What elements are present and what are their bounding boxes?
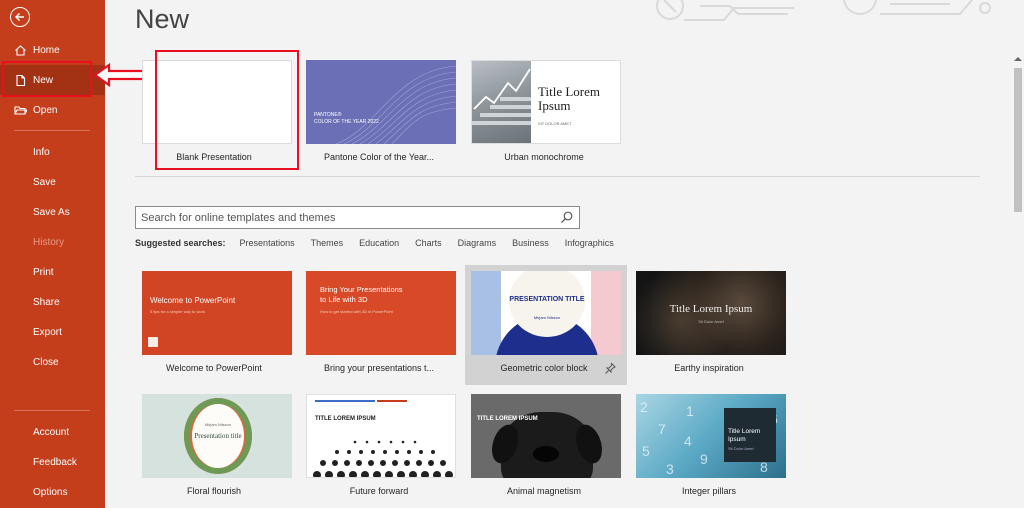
folder-open-icon <box>14 106 27 115</box>
template-caption: Animal magnetism <box>506 486 582 496</box>
thumb-text: COLOR OF THE YEAR 2022 <box>314 119 379 125</box>
svg-text:2: 2 <box>640 399 648 415</box>
sidebar-item-export[interactable]: Export <box>0 317 105 347</box>
suggested-themes[interactable]: Themes <box>311 238 344 248</box>
thumb-title: Welcome to PowerPoint <box>150 296 236 305</box>
template-thumbnail: 275319486 Title Lorem Ipsum Sit Dolor Am… <box>636 394 786 478</box>
sidebar-item-label: Options <box>33 486 68 498</box>
svg-text:3: 3 <box>666 461 674 477</box>
thumb-title: TITLE LOREM IPSUM <box>315 416 376 422</box>
suggested-infographics[interactable]: Infographics <box>565 238 614 248</box>
template-caption: Pantone Color of the Year... <box>323 152 435 162</box>
thumb-title: PRESENTATION TITLE <box>509 296 585 303</box>
suggested-searches: Suggested searches: Presentations Themes… <box>135 238 630 248</box>
suggested-diagrams[interactable]: Diagrams <box>458 238 497 248</box>
annotation-highlight-new <box>2 61 92 97</box>
template-search-input[interactable]: Search for online templates and themes <box>135 206 580 229</box>
template-caption: Floral flourish <box>186 486 242 496</box>
sidebar-item-print[interactable]: Print <box>0 257 105 287</box>
section-divider <box>135 176 980 177</box>
template-caption: Welcome to PowerPoint <box>166 363 262 373</box>
template-caption: Urban monochrome <box>504 152 584 162</box>
sidebar-item-account[interactable]: Account <box>0 417 105 447</box>
suggested-education[interactable]: Education <box>359 238 399 248</box>
template-thumbnail: PANTONE® COLOR OF THE YEAR 2022 <box>306 60 456 144</box>
sidebar-item-feedback[interactable]: Feedback <box>0 447 105 477</box>
template-thumbnail: Title Lorem Ipsum SIT DOLOR AMET <box>471 60 621 144</box>
suggested-business[interactable]: Business <box>512 238 549 248</box>
thumb-title: TITLE LOREM IPSUM <box>477 416 538 422</box>
sidebar-item-close[interactable]: Close <box>0 347 105 377</box>
template-thumbnail: PRESENTATION TITLE Mirjam Nilsson <box>471 271 621 355</box>
home-icon <box>15 45 26 56</box>
template-caption: Earthy inspiration <box>674 363 744 373</box>
sidebar-item-label: Save As <box>33 206 70 218</box>
sidebar-item-label: Info <box>33 146 50 158</box>
template-thumbnail: Title Lorem Ipsum Sit Dolor Amet <box>636 271 786 355</box>
sidebar-item-label: Home <box>33 44 60 56</box>
thumb-sub: Mirjam Nilsson <box>204 422 232 427</box>
sidebar-item-open[interactable]: Open <box>0 95 105 125</box>
circuit-decoration-icon <box>656 0 991 21</box>
thumb-title: Title Lorem Ipsum <box>728 428 761 443</box>
sidebar-item-share[interactable]: Share <box>0 287 105 317</box>
sidebar-item-label: Account <box>33 426 70 438</box>
sidebar-item-save-as[interactable]: Save As <box>0 197 105 227</box>
thumb-title: Bring Your Presentations to Life with 3D <box>320 285 403 304</box>
thumb-sub: Mirjam Nilsson <box>533 315 561 320</box>
template-thumbnail: TITLE LOREM IPSUM <box>471 394 621 478</box>
template-caption: Bring your presentations t... <box>323 363 435 373</box>
thumb-sub: 5 tips for a simpler way to work <box>150 309 205 314</box>
search-placeholder: Search for online templates and themes <box>141 211 336 224</box>
annotation-arrow-icon <box>93 63 148 87</box>
sidebar-item-label: Share <box>33 296 60 308</box>
template-thumbnail: Welcome to PowerPoint 5 tips for a simpl… <box>142 271 292 355</box>
sidebar-item-label: Print <box>33 266 54 278</box>
svg-text:9: 9 <box>700 451 708 467</box>
sidebar-item-label: History <box>33 236 65 248</box>
annotation-highlight-blank <box>155 50 299 170</box>
thumb-text: PANTONE® <box>314 112 342 118</box>
sidebar-item-label: Export <box>33 326 62 338</box>
suggested-charts[interactable]: Charts <box>415 238 442 248</box>
thumb-title: Title Lorem Ipsum <box>538 84 600 113</box>
template-caption: Future forward <box>349 486 409 496</box>
search-icon[interactable] <box>560 211 573 224</box>
sidebar-item-label: Feedback <box>33 456 77 468</box>
sidebar-item-history: History <box>0 227 105 257</box>
sidebar-divider <box>14 130 90 131</box>
back-arrow-icon[interactable] <box>10 7 30 27</box>
pin-icon[interactable] <box>604 362 616 374</box>
page-title: New <box>135 4 190 34</box>
sidebar-item-save[interactable]: Save <box>0 167 105 197</box>
svg-text:4: 4 <box>684 433 692 449</box>
sidebar-item-options[interactable]: Options <box>0 477 105 507</box>
sidebar-item-label: Close <box>33 356 59 368</box>
thumb-sub: Sit Dolor Amet <box>728 446 754 451</box>
sidebar-item-label: Open <box>33 104 58 116</box>
svg-text:7: 7 <box>658 421 666 437</box>
template-thumbnail: TITLE LOREM IPSUM <box>306 394 456 478</box>
suggested-label: Suggested searches: <box>135 238 226 248</box>
thumb-sub: SIT DOLOR AMET <box>538 121 572 126</box>
sidebar-item-info[interactable]: Info <box>0 137 105 167</box>
scrollbar-thumb[interactable] <box>1014 68 1022 212</box>
thumb-sub: How to get started with 3D in PowerPoint <box>320 309 393 314</box>
template-caption: Integer pillars <box>681 486 737 496</box>
template-thumbnail: Presentation title Mirjam Nilsson <box>142 394 292 478</box>
sidebar-item-label: Save <box>33 176 56 188</box>
suggested-presentations[interactable]: Presentations <box>240 238 295 248</box>
thumb-title: Presentation title <box>194 432 242 440</box>
svg-text:1: 1 <box>686 403 694 419</box>
thumb-title: Title Lorem Ipsum <box>669 303 753 315</box>
svg-text:5: 5 <box>642 443 650 459</box>
template-caption: Geometric color block <box>500 363 588 373</box>
thumb-sub: Sit Dolor Amet <box>698 319 724 324</box>
scroll-up-icon[interactable] <box>1013 55 1023 63</box>
template-thumbnail: Bring Your Presentations to Life with 3D… <box>306 271 456 355</box>
sidebar-divider <box>14 410 90 411</box>
